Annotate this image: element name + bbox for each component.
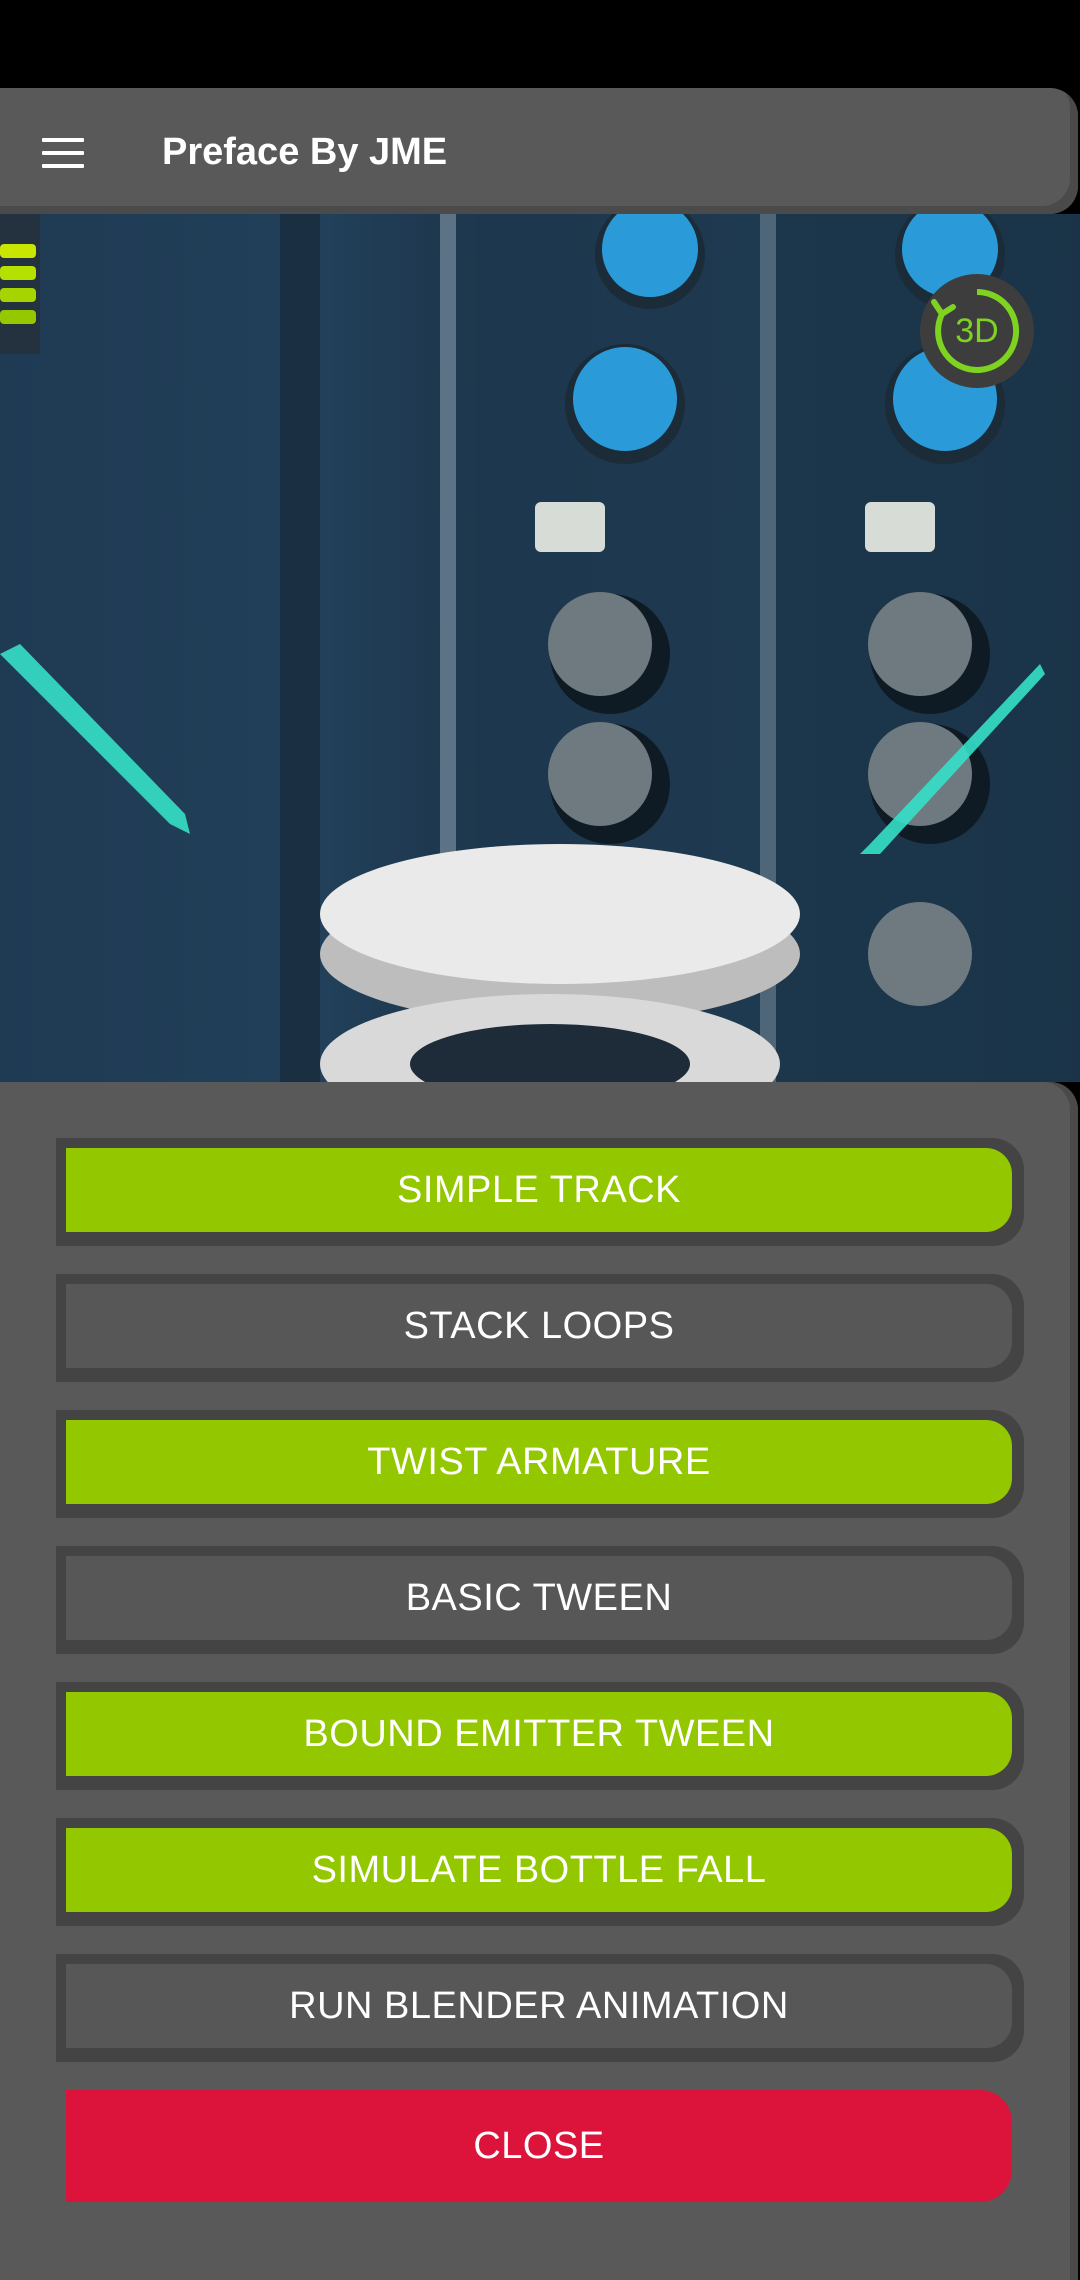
view-3d-button[interactable]: 3D [920,274,1034,388]
action-panel: SIMPLE TRACK STACK LOOPS TWIST ARMATURE … [0,1082,1078,2280]
hamburger-menu-icon[interactable] [42,138,84,168]
run-blender-animation-button[interactable]: RUN BLENDER ANIMATION [56,1954,1024,2062]
app-toolbar: Preface By JME [0,88,1078,214]
rotate-3d-icon: 3D [931,289,1020,373]
simple-track-button[interactable]: SIMPLE TRACK [56,1138,1024,1246]
twist-armature-button[interactable]: TWIST ARMATURE [56,1410,1024,1518]
ar-camera-view[interactable]: 3D [0,214,1080,1082]
bound-emitter-tween-label: BOUND EMITTER TWEEN [66,1692,1012,1776]
close-label: CLOSE [66,2090,1012,2202]
stack-loops-label: STACK LOOPS [66,1284,1012,1368]
run-blender-animation-label: RUN BLENDER ANIMATION [66,1964,1012,2048]
camera-background [0,214,1080,1082]
badge-3d-label: 3D [955,312,998,350]
app-title: Preface By JME [162,131,448,173]
close-button[interactable]: CLOSE [56,2090,1024,2202]
basic-tween-button[interactable]: BASIC TWEEN [56,1546,1024,1654]
basic-tween-label: BASIC TWEEN [66,1556,1012,1640]
simulate-bottle-fall-label: SIMULATE BOTTLE FALL [66,1828,1012,1912]
simulate-bottle-fall-button[interactable]: SIMULATE BOTTLE FALL [56,1818,1024,1926]
bound-emitter-tween-button[interactable]: BOUND EMITTER TWEEN [56,1682,1024,1790]
twist-armature-label: TWIST ARMATURE [66,1420,1012,1504]
simple-track-label: SIMPLE TRACK [66,1148,1012,1232]
stack-loops-button[interactable]: STACK LOOPS [56,1274,1024,1382]
status-bar [0,0,1080,88]
